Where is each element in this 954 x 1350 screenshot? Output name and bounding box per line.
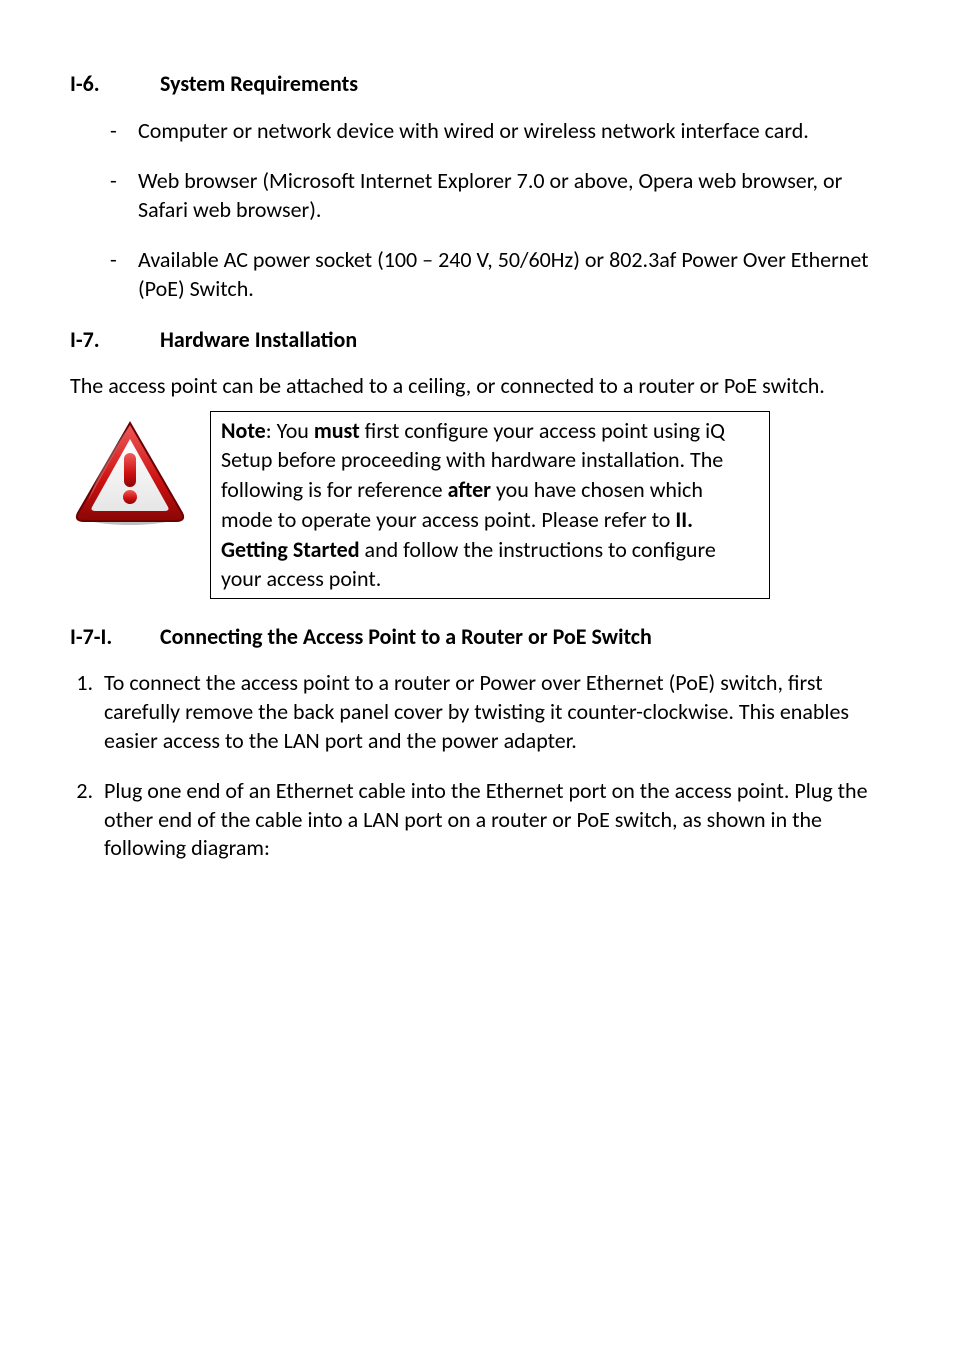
note-row: Note: You must first configure your acce… [70, 411, 884, 599]
heading-title: Hardware Installation [160, 326, 357, 355]
list-item: Available AC power socket (100 – 240 V, … [110, 246, 884, 303]
note-box: Note: You must first configure your acce… [210, 411, 770, 599]
heading-title: Connecting the Access Point to a Router … [160, 623, 652, 652]
heading-i7: I-7. Hardware Installation [70, 326, 884, 355]
requirements-list: Computer or network device with wired or… [70, 117, 884, 304]
note-text: : You [266, 417, 314, 444]
heading-i6: I-6. System Requirements [70, 70, 884, 99]
note-bold: after [448, 476, 491, 503]
heading-title: System Requirements [160, 70, 358, 99]
note-bold: must [314, 417, 360, 444]
heading-number: I-6. [70, 70, 160, 99]
list-item: Plug one end of an Ethernet cable into t… [98, 777, 884, 863]
heading-number: I-7. [70, 326, 160, 355]
warning-icon [70, 417, 190, 527]
note-label: Note [221, 417, 266, 444]
heading-i7i: I-7-I. Connecting the Access Point to a … [70, 623, 884, 652]
steps-list: To connect the access point to a router … [70, 669, 884, 863]
intro-paragraph: The access point can be attached to a ce… [70, 372, 884, 401]
heading-number: I-7-I. [70, 623, 160, 652]
list-item: Computer or network device with wired or… [110, 117, 884, 146]
list-item: Web browser (Microsoft Internet Explorer… [110, 167, 884, 224]
list-item: To connect the access point to a router … [98, 669, 884, 755]
